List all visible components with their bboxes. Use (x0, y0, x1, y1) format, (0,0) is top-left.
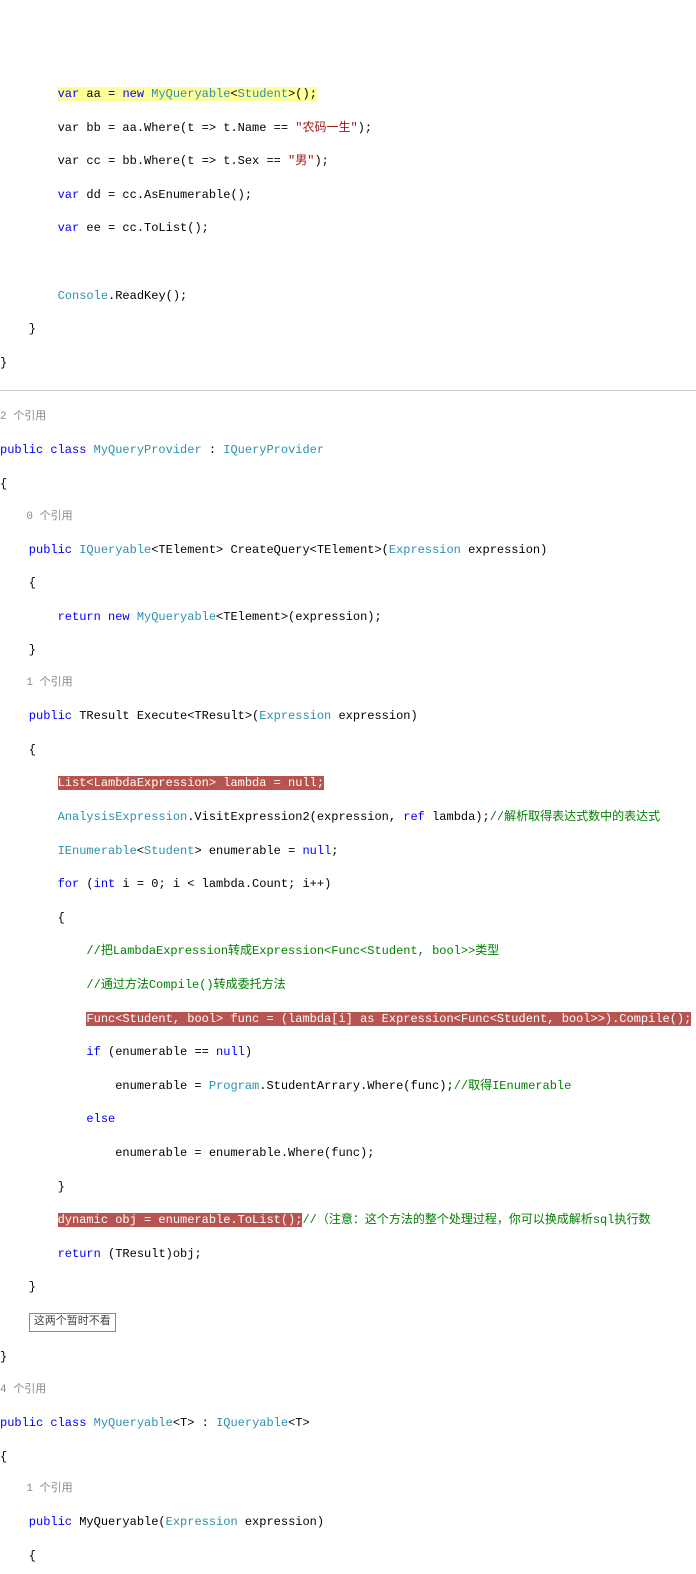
code-line: { (0, 910, 696, 927)
code-line: IEnumerable<Student> enumerable = null; (0, 843, 696, 860)
highlighted-code-red: dynamic obj = enumerable.ToList(); (58, 1213, 303, 1227)
reference-count[interactable]: 0 个引用 (0, 510, 696, 525)
code-line: dynamic obj = enumerable.ToList();//（注意：… (0, 1212, 696, 1229)
code-line: { (0, 575, 696, 592)
code-line: } (0, 1349, 696, 1366)
code-line: } (0, 321, 696, 338)
code-line: var bb = aa.Where(t => t.Name == "农码一生")… (0, 120, 696, 137)
code-line: Func<Student, bool> func = (lambda[i] as… (0, 1011, 696, 1028)
code-line: var cc = bb.Where(t => t.Sex == "男"); (0, 153, 696, 170)
code-line: //通过方法Compile()转成委托方法 (0, 977, 696, 994)
annotation-box-line: 这两个暂时不看 (0, 1313, 696, 1332)
code-line: var ee = cc.ToList(); (0, 220, 696, 237)
reference-count[interactable]: 2 个引用 (0, 410, 696, 425)
highlighted-code: var aa = new MyQueryable<Student>(); (58, 87, 317, 101)
code-line: public IQueryable<TElement> CreateQuery<… (0, 542, 696, 559)
separator (0, 390, 696, 391)
code-line: if (enumerable == null) (0, 1044, 696, 1061)
code-line: var aa = new MyQueryable<Student>(); (0, 86, 696, 103)
code-line: } (0, 642, 696, 659)
code-line: { (0, 476, 696, 493)
code-line: { (0, 1449, 696, 1466)
code-line: enumerable = enumerable.Where(func); (0, 1145, 696, 1162)
reference-count[interactable]: 1 个引用 (0, 1482, 696, 1497)
code-line: public class MyQueryProvider : IQueryPro… (0, 442, 696, 459)
code-line: } (0, 1179, 696, 1196)
code-line: { (0, 742, 696, 759)
code-line: } (0, 355, 696, 372)
code-line: else (0, 1111, 696, 1128)
code-line (0, 254, 696, 271)
code-line: List<LambdaExpression> lambda = null; (0, 775, 696, 792)
code-line: return (TResult)obj; (0, 1246, 696, 1263)
reference-count[interactable]: 1 个引用 (0, 676, 696, 691)
reference-count[interactable]: 4 个引用 (0, 1383, 696, 1398)
code-line: public TResult Execute<TResult>(Expressi… (0, 708, 696, 725)
code-editor: var aa = new MyQueryable<Student>(); var… (0, 67, 696, 1574)
highlighted-code-red: List<LambdaExpression> lambda = null; (58, 776, 324, 790)
code-line: for (int i = 0; i < lambda.Count; i++) (0, 876, 696, 893)
highlighted-code-red: Func<Student, bool> func = (lambda[i] as… (86, 1012, 691, 1026)
code-line: AnalysisExpression.VisitExpression2(expr… (0, 809, 696, 826)
annotation-box: 这两个暂时不看 (29, 1313, 116, 1332)
code-line: //把LambdaExpression转成Expression<Func<Stu… (0, 943, 696, 960)
code-line: Console.ReadKey(); (0, 288, 696, 305)
code-line: var dd = cc.AsEnumerable(); (0, 187, 696, 204)
code-line: { (0, 1548, 696, 1565)
code-line: public MyQueryable(Expression expression… (0, 1514, 696, 1531)
code-line: public class MyQueryable<T> : IQueryable… (0, 1415, 696, 1432)
code-line: enumerable = Program.StudentArrary.Where… (0, 1078, 696, 1095)
code-line: return new MyQueryable<TElement>(express… (0, 609, 696, 626)
code-line: } (0, 1279, 696, 1296)
